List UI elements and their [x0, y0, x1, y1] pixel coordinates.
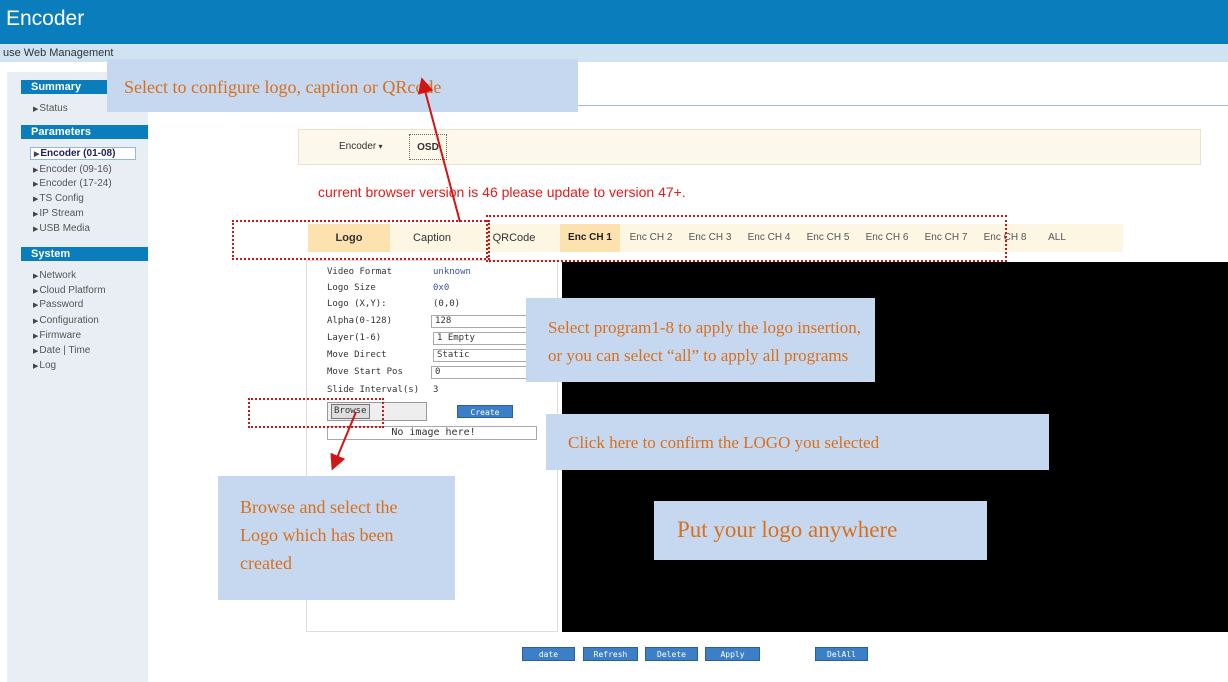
annotation-arrows [330, 77, 461, 471]
arrow-to-callout-icon [417, 77, 461, 223]
arrow-to-browse-icon [330, 411, 357, 471]
